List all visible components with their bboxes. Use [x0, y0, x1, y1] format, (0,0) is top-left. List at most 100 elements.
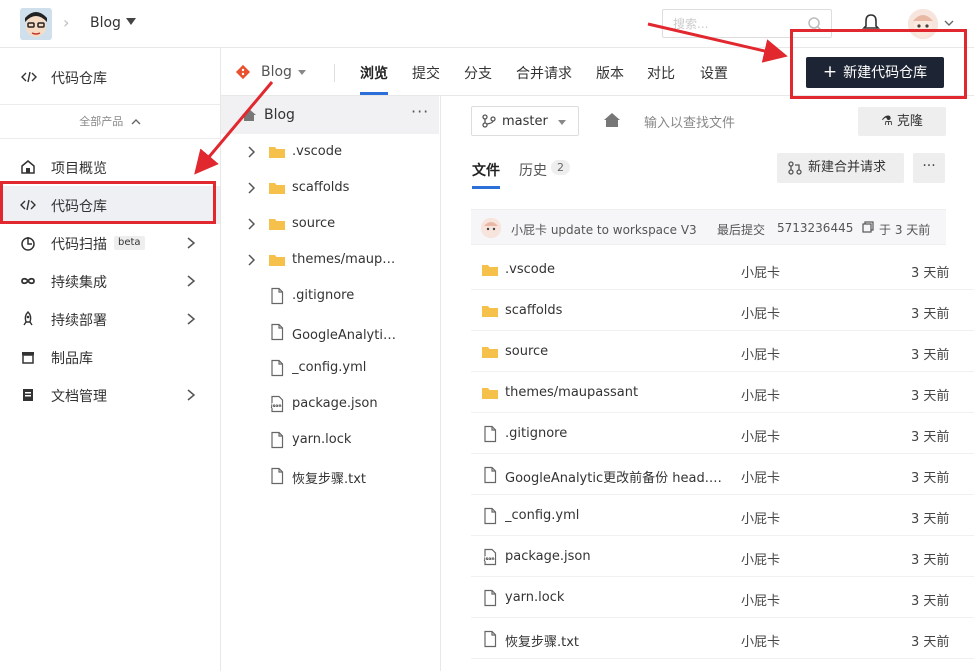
file-row[interactable]: json package.json 小屁卡 3 天前 — [471, 536, 974, 577]
tree-item[interactable]: _config.yml — [221, 350, 439, 386]
sidebar: 代码仓库 全部产品 项目概览 代码仓库 代码扫描 beta 持续集成 持续部署 — [0, 48, 221, 671]
sidebar-top-label: 代码仓库 — [51, 71, 107, 87]
clone-button[interactable]: ⚗ 克隆 — [858, 107, 946, 136]
file-row[interactable]: source 小屁卡 3 天前 — [471, 331, 974, 372]
scan-icon — [21, 237, 35, 251]
tab-history[interactable]: 历史 — [519, 160, 547, 180]
file-author: 小屁卡 — [741, 266, 781, 281]
file-row[interactable]: scaffolds 小屁卡 3 天前 — [471, 290, 974, 331]
file-name[interactable]: package.json — [505, 549, 725, 564]
file-time: 3 天前 — [911, 512, 950, 527]
tree-item-label: .gitignore — [292, 288, 355, 303]
sidebar-item-label: 文档管理 — [51, 389, 107, 405]
file-name[interactable]: .gitignore — [505, 426, 725, 441]
active-tab-indicator — [472, 186, 500, 189]
folder-icon — [269, 147, 285, 158]
copy-icon[interactable] — [862, 221, 874, 233]
tab-merge-requests[interactable]: 合并请求 — [516, 63, 572, 83]
chevron-up-icon — [131, 119, 141, 125]
repo-name[interactable]: Blog — [261, 64, 292, 80]
chevron-right-icon — [187, 275, 196, 287]
file-row[interactable]: GoogleAnalytic更改前备份 head.ejs 小屁卡 3 天前 — [471, 454, 974, 495]
tab-branches[interactable]: 分支 — [464, 63, 492, 83]
file-name[interactable]: GoogleAnalytic更改前备份 head.ejs — [505, 467, 725, 486]
tree-item[interactable]: yarn.lock — [221, 422, 439, 458]
sidebar-item-docs[interactable]: 文档管理 — [0, 376, 220, 414]
more-icon[interactable]: ··· — [411, 102, 429, 121]
svg-text:json: json — [483, 556, 495, 562]
all-products-toggle[interactable]: 全部产品 — [0, 105, 220, 139]
file-row[interactable]: yarn.lock 小屁卡 3 天前 — [471, 577, 974, 618]
tree-item[interactable]: .vscode — [221, 134, 439, 170]
chevron-right-icon[interactable] — [247, 218, 256, 230]
tree-item[interactable]: source — [221, 206, 439, 242]
sidebar-item-code-scan[interactable]: 代码扫描 beta — [0, 224, 220, 262]
beta-badge: beta — [114, 236, 145, 250]
tree-root[interactable]: Blog ··· — [221, 96, 439, 134]
dashboard-icon — [21, 160, 35, 174]
file-name[interactable]: source — [505, 344, 725, 359]
tab-files[interactable]: 文件 — [472, 160, 500, 180]
more-actions-button[interactable]: ··· — [913, 153, 945, 183]
file-icon — [484, 630, 497, 648]
file-icon — [484, 425, 497, 443]
tree-item-label: scaffolds — [292, 180, 350, 195]
file-name[interactable]: themes/maupassant — [505, 385, 725, 400]
chevron-right-icon[interactable] — [247, 146, 256, 158]
new-repo-button[interactable]: + 新建代码仓库 — [806, 57, 944, 88]
tree-item[interactable]: themes/maupassant — [221, 242, 439, 278]
caret-down-icon[interactable] — [298, 70, 306, 75]
file-author: 小屁卡 — [741, 553, 781, 568]
tree-item[interactable]: .gitignore — [221, 278, 439, 314]
tab-commits[interactable]: 提交 — [412, 63, 440, 83]
file-row[interactable]: _config.yml 小屁卡 3 天前 — [471, 495, 974, 536]
sidebar-item-artifacts[interactable]: 制品库 — [0, 338, 220, 376]
file-author: 小屁卡 — [741, 348, 781, 363]
git-icon — [235, 64, 251, 80]
chevron-right-icon[interactable] — [247, 254, 256, 266]
sidebar-item-cd[interactable]: 持续部署 — [0, 300, 220, 338]
new-merge-request-button[interactable]: 新建合并请求 — [777, 153, 904, 183]
file-icon — [484, 507, 497, 525]
file-name[interactable]: scaffolds — [505, 303, 725, 318]
chevron-right-icon[interactable] — [247, 182, 256, 194]
sidebar-item-ci[interactable]: 持续集成 — [0, 262, 220, 300]
tab-browse[interactable]: 浏览 — [360, 63, 388, 83]
file-row[interactable]: .gitignore 小屁卡 3 天前 — [471, 413, 974, 454]
sidebar-current-product[interactable]: 代码仓库 — [0, 48, 220, 105]
file-row[interactable]: 恢复步骤.txt 小屁卡 3 天前 — [471, 618, 974, 659]
folder-icon — [482, 347, 498, 358]
file-name[interactable]: .vscode — [505, 262, 725, 277]
tree-item[interactable]: GoogleAnalytic更改前备份 head.ejs — [221, 314, 439, 350]
file-time: 3 天前 — [911, 471, 950, 486]
sidebar-item-label: 持续部署 — [51, 313, 107, 329]
file-row[interactable]: .vscode 小屁卡 3 天前 — [471, 249, 974, 290]
breadcrumb-project[interactable]: Blog — [90, 15, 121, 31]
tab-compare[interactable]: 对比 — [647, 63, 675, 83]
chevron-down-icon[interactable] — [944, 18, 954, 28]
search-input[interactable] — [663, 10, 793, 37]
file-name[interactable]: _config.yml — [505, 508, 725, 523]
folder-icon — [269, 255, 285, 266]
file-row[interactable]: themes/maupassant 小屁卡 3 天前 — [471, 372, 974, 413]
tree-item-label: 恢复步骤.txt — [292, 472, 367, 487]
tree-item-label: GoogleAnalytic更改前备份 head.ejs — [292, 328, 400, 343]
tab-settings[interactable]: 设置 — [700, 63, 728, 83]
tree-item[interactable]: 恢复步骤.txt — [221, 458, 439, 494]
file-name[interactable]: yarn.lock — [505, 590, 725, 605]
commit-message[interactable]: 小屁卡 update to workspace V3 — [511, 221, 697, 238]
file-time: 3 天前 — [911, 266, 950, 281]
home-icon[interactable] — [603, 112, 621, 128]
tree-item[interactable]: json package.json — [221, 386, 439, 422]
commit-hash[interactable]: 5713236445 — [777, 221, 853, 235]
branch-selector[interactable]: master — [471, 106, 579, 136]
sidebar-item-label: 项目概览 — [51, 161, 107, 177]
tree-item[interactable]: scaffolds — [221, 170, 439, 206]
file-name[interactable]: 恢复步骤.txt — [505, 631, 725, 650]
find-file-input[interactable]: 输入以查找文件 — [644, 112, 735, 131]
project-avatar[interactable] — [20, 8, 52, 40]
tab-releases[interactable]: 版本 — [596, 63, 624, 83]
file-icon — [271, 467, 284, 485]
file-time: 3 天前 — [911, 307, 950, 322]
caret-down-icon[interactable] — [126, 18, 136, 25]
